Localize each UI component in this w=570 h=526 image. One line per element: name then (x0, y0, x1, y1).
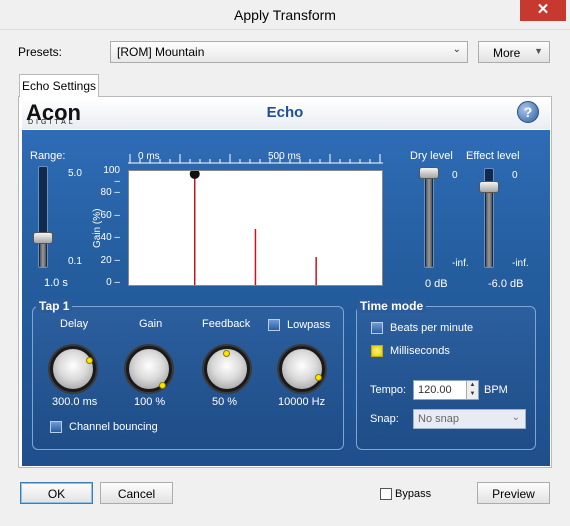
chevron-down-icon: ⌄ (452, 44, 461, 55)
knob-indicator (315, 374, 322, 381)
bpm-option-checkbox[interactable] (371, 322, 383, 334)
effect-level-value: -6.0 dB (488, 278, 524, 290)
dry-level-value: 0 dB (425, 278, 448, 290)
tempo-spinner[interactable]: ▲ ▼ (466, 381, 478, 399)
acon-logo-sub: DIGITAL (28, 119, 76, 126)
snap-dropdown[interactable]: No snap ⌄ (413, 409, 526, 429)
delay-knob[interactable] (50, 346, 96, 392)
effect-top-label: 0 (512, 170, 518, 181)
milliseconds-option-label: Milliseconds (390, 345, 450, 357)
help-icon[interactable]: ? (517, 101, 539, 123)
range-slider-track[interactable] (38, 166, 48, 268)
delay-label: Delay (60, 318, 89, 330)
knob-indicator (86, 357, 93, 364)
y-tick-label: 0 – (106, 277, 120, 288)
time-mode-title: Time mode (357, 299, 427, 313)
y-tick-label: 80 – (100, 187, 120, 199)
echo-tap-handle[interactable] (189, 169, 200, 179)
plugin-title: Echo (266, 104, 304, 121)
echo-tap-plot (189, 169, 317, 285)
lowpass-checkbox[interactable] (268, 319, 280, 331)
tab-echo-settings[interactable]: Echo Settings (19, 74, 99, 97)
tempo-unit: BPM (484, 384, 508, 396)
lowpass-knob[interactable] (279, 346, 325, 392)
dry-level-slider-handle[interactable] (419, 167, 439, 179)
milliseconds-option-checkbox[interactable] (371, 345, 383, 357)
range-max-label: 5.0 (68, 168, 82, 179)
knob-indicator (223, 350, 230, 357)
more-label: More (493, 46, 521, 60)
tempo-label: Tempo: (370, 384, 407, 396)
range-min-label: 0.1 (68, 256, 82, 267)
channel-bouncing-label: Channel bouncing (69, 421, 158, 433)
lowpass-label: Lowpass (287, 319, 331, 331)
feedback-knob[interactable] (204, 346, 250, 392)
tempo-value: 120.00 (418, 384, 452, 396)
bypass-checkbox[interactable] (380, 488, 392, 500)
y-tick-label: 40 – (100, 232, 120, 244)
y-tick-label: 100 – (103, 165, 120, 187)
presets-dropdown[interactable]: [ROM] Mountain ⌄ (110, 41, 468, 63)
lowpass-value: 10000 Hz (278, 396, 326, 408)
effect-bottom-label: -inf. (512, 258, 529, 269)
bpm-option-label: Beats per minute (390, 322, 474, 334)
dry-top-label: 0 (452, 170, 458, 181)
effect-level-label: Effect level (466, 150, 520, 162)
window-title: Apply Transform (234, 7, 336, 23)
tap-group-title: Tap 1 (36, 299, 73, 313)
echo-tap-graph[interactable] (128, 169, 383, 286)
channel-bouncing-checkbox[interactable] (50, 421, 62, 433)
dry-level-label: Dry level (410, 150, 453, 162)
presets-label: Presets: (18, 45, 63, 59)
snap-value: No snap (418, 413, 459, 425)
chevron-down-icon: ⌄ (511, 412, 520, 423)
triangle-down-icon: ▼ (534, 46, 543, 56)
bypass-label: Bypass (395, 488, 432, 500)
y-tick-label: 60 – (100, 209, 120, 221)
presets-value: [ROM] Mountain (117, 45, 205, 59)
dry-bottom-label: -inf. (452, 258, 469, 269)
gain-knob[interactable] (126, 346, 172, 392)
tempo-input[interactable]: 120.00 ▲ ▼ (413, 380, 479, 400)
gain-label: Gain (139, 318, 163, 330)
title-bar: Apply Transform ✕ (0, 0, 570, 30)
range-value: 1.0 s (44, 277, 68, 289)
cancel-button[interactable]: Cancel (100, 482, 173, 504)
more-button[interactable]: More ▼ (478, 41, 550, 63)
snap-label: Snap: (370, 413, 399, 425)
dry-level-fill (426, 177, 432, 267)
timeline-ruler[interactable] (128, 150, 383, 164)
dry-level-slider-track[interactable] (424, 168, 434, 268)
effect-level-fill (486, 190, 492, 267)
feedback-value: 50 % (212, 396, 238, 408)
range-label: Range: (30, 150, 66, 162)
delay-value: 300.0 ms (52, 396, 98, 408)
effect-level-slider-handle[interactable] (479, 180, 499, 193)
range-slider-handle[interactable] (33, 232, 53, 245)
preview-button[interactable]: Preview (477, 482, 550, 504)
knob-indicator (159, 382, 166, 389)
ok-button[interactable]: OK (20, 482, 93, 504)
range-slider-fill (40, 242, 46, 267)
y-tick-label: 20 – (100, 254, 120, 266)
feedback-label: Feedback (202, 318, 251, 330)
gain-value: 100 % (134, 396, 166, 408)
close-button[interactable]: ✕ (520, 0, 566, 21)
